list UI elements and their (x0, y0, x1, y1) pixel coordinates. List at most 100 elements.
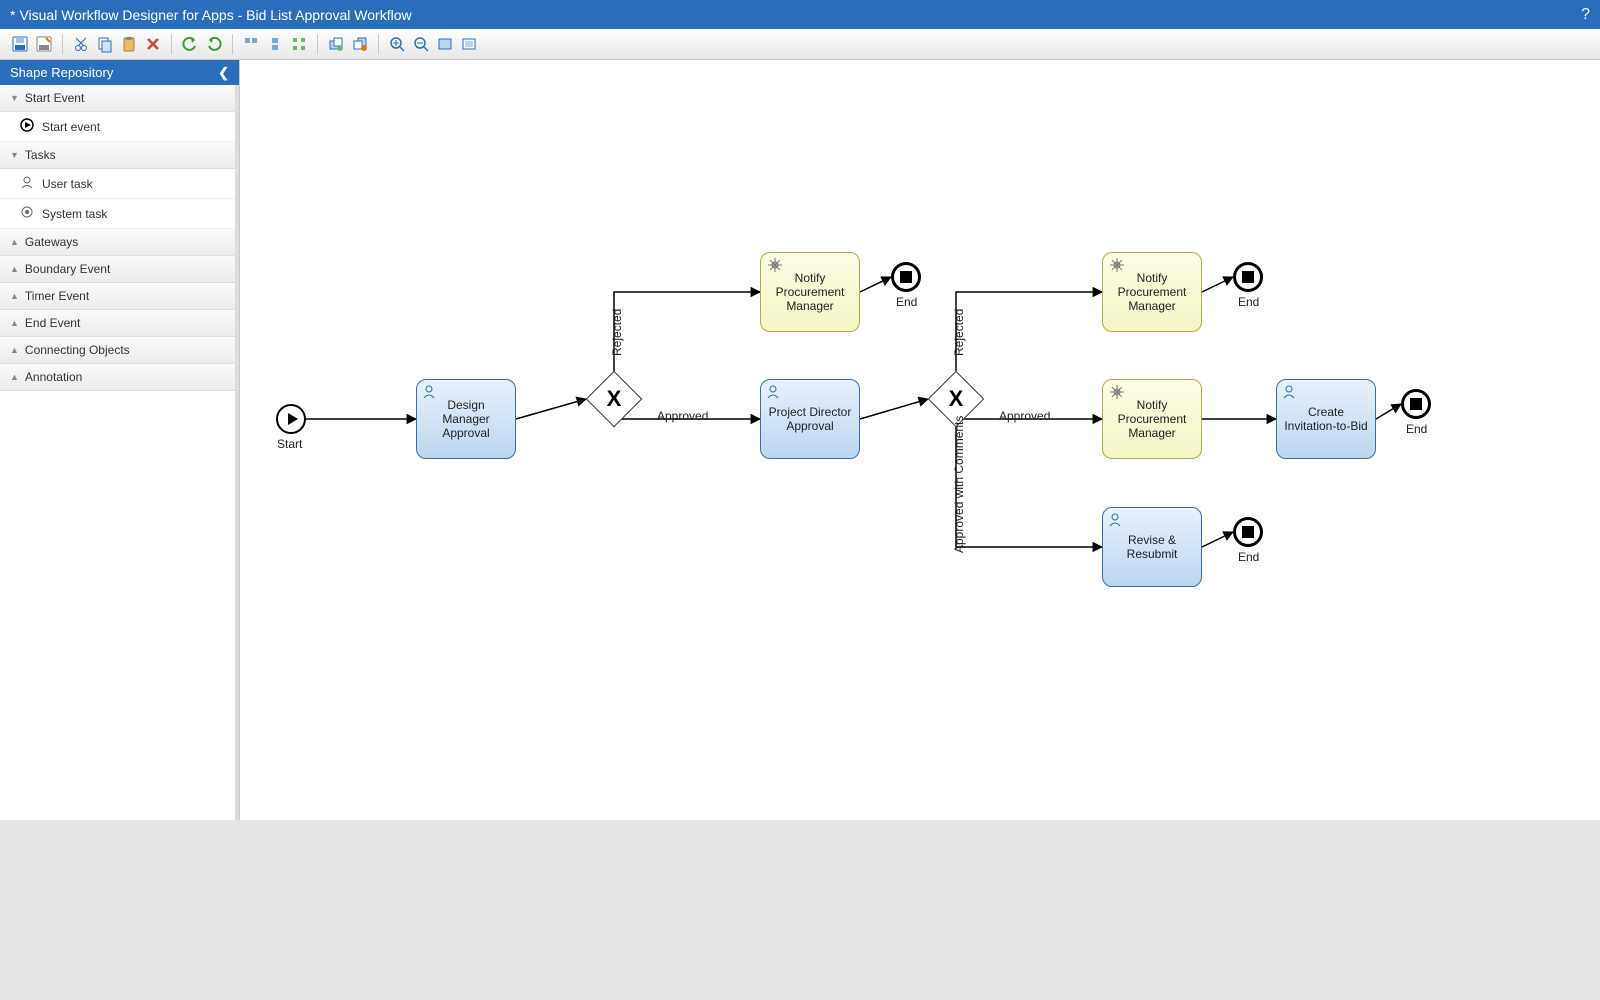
sidebar-collapse-icon[interactable]: ❮ (218, 65, 229, 81)
align-button[interactable] (241, 34, 261, 54)
toolbar-separator (317, 34, 318, 54)
edge-label: Approved (999, 409, 1050, 423)
node-label: Start (277, 437, 302, 451)
sidebar-category-label: Connecting Objects (25, 343, 130, 357)
system-task[interactable]: Notify Procurement Manager (1102, 252, 1202, 332)
system-task[interactable]: Notify Procurement Manager (1102, 379, 1202, 459)
sidebar-category-label: Start Event (25, 91, 84, 105)
task-label: Project Director Approval (767, 405, 853, 433)
bring-front-button[interactable] (326, 34, 346, 54)
redo-button[interactable] (204, 34, 224, 54)
sidebar-category[interactable]: ▲ Timer Event (0, 283, 235, 310)
task-label: Create Invitation-to-Bid (1283, 405, 1369, 433)
task-label: Design Manager Approval (423, 398, 509, 440)
zoom-fit-button[interactable] (435, 34, 455, 54)
user-task[interactable]: Project Director Approval (760, 379, 860, 459)
gear-icon (20, 205, 34, 222)
sidebar-category[interactable]: ▲ End Event (0, 310, 235, 337)
gear-icon (767, 257, 783, 276)
page-title: Visual Workflow Designer for Apps - Bid … (19, 7, 411, 23)
palette-item-label: Start event (42, 120, 100, 134)
palette-item[interactable]: User task (0, 169, 235, 199)
node-label: End (896, 295, 917, 309)
zoom-out-button[interactable] (411, 34, 431, 54)
sidebar-category-label: End Event (25, 316, 80, 330)
sidebar-category[interactable]: ▲ Connecting Objects (0, 337, 235, 364)
toolbar-separator (171, 34, 172, 54)
start-event[interactable] (276, 404, 306, 434)
unsaved-indicator: * (10, 7, 15, 23)
start-icon (20, 118, 34, 135)
node-label: End (1406, 422, 1427, 436)
chevron-up-icon: ▲ (10, 345, 19, 355)
edge-label: Rejected (952, 308, 966, 355)
sidebar-category[interactable]: ▲ Annotation (0, 364, 235, 391)
sidebar-category[interactable]: ▼ Start Event (0, 85, 235, 112)
system-task[interactable]: Notify Procurement Manager (760, 252, 860, 332)
app-header: * Visual Workflow Designer for Apps - Bi… (0, 0, 1600, 29)
zoom-in-button[interactable] (387, 34, 407, 54)
user-icon (1109, 512, 1125, 531)
edge-label: Approved (657, 409, 708, 423)
sidebar-category-label: Boundary Event (25, 262, 110, 276)
sidebar-category-label: Gateways (25, 235, 78, 249)
chevron-down-icon: ▼ (10, 150, 19, 160)
toolbar-separator (232, 34, 233, 54)
sidebar-header: Shape Repository ❮ (0, 60, 239, 85)
chevron-up-icon: ▲ (10, 237, 19, 247)
toolbar-separator (378, 34, 379, 54)
sidebar-category-label: Timer Event (25, 289, 89, 303)
chevron-up-icon: ▲ (10, 291, 19, 301)
user-task[interactable]: Create Invitation-to-Bid (1276, 379, 1376, 459)
task-label: Notify Procurement Manager (1109, 271, 1195, 313)
user-task[interactable]: Revise & Resubmit (1102, 507, 1202, 587)
align-center-button[interactable] (265, 34, 285, 54)
toolbar-separator (62, 34, 63, 54)
save-as-button[interactable] (34, 34, 54, 54)
paste-button[interactable] (119, 34, 139, 54)
end-event[interactable] (891, 262, 921, 292)
node-label: End (1238, 295, 1259, 309)
toolbar (0, 29, 1600, 60)
zoom-actual-button[interactable] (459, 34, 479, 54)
undo-button[interactable] (180, 34, 200, 54)
save-button[interactable] (10, 34, 30, 54)
task-label: Notify Procurement Manager (1109, 398, 1195, 440)
task-label: Notify Procurement Manager (767, 271, 853, 313)
node-label: End (1238, 550, 1259, 564)
chevron-up-icon: ▲ (10, 372, 19, 382)
sidebar-category[interactable]: ▼ Tasks (0, 142, 235, 169)
edge-label: Rejected (610, 308, 624, 355)
delete-button[interactable] (143, 34, 163, 54)
gear-icon (1109, 257, 1125, 276)
gateway[interactable]: X (586, 371, 643, 428)
end-event[interactable] (1401, 389, 1431, 419)
user-task[interactable]: Design Manager Approval (416, 379, 516, 459)
user-icon (20, 175, 34, 192)
cut-button[interactable] (71, 34, 91, 54)
chevron-up-icon: ▲ (10, 318, 19, 328)
palette-item-label: System task (42, 207, 107, 221)
send-back-button[interactable] (350, 34, 370, 54)
edge-label: Approved with Comments (952, 416, 966, 553)
sidebar-category[interactable]: ▲ Boundary Event (0, 256, 235, 283)
sidebar-category-label: Tasks (25, 148, 56, 162)
end-event[interactable] (1233, 262, 1263, 292)
task-label: Revise & Resubmit (1109, 533, 1195, 561)
footer-bar (0, 820, 1600, 1000)
chevron-down-icon: ▼ (10, 93, 19, 103)
palette-item[interactable]: Start event (0, 112, 235, 142)
user-icon (423, 384, 439, 403)
help-icon[interactable]: ? (1581, 6, 1590, 24)
user-icon (1283, 384, 1299, 403)
end-event[interactable] (1233, 517, 1263, 547)
palette-item[interactable]: System task (0, 199, 235, 229)
user-icon (767, 384, 783, 403)
copy-button[interactable] (95, 34, 115, 54)
sidebar-title: Shape Repository (10, 65, 113, 80)
distribute-button[interactable] (289, 34, 309, 54)
sidebar-category-label: Annotation (25, 370, 82, 384)
gear-icon (1109, 384, 1125, 403)
chevron-up-icon: ▲ (10, 264, 19, 274)
sidebar-category[interactable]: ▲ Gateways (0, 229, 235, 256)
